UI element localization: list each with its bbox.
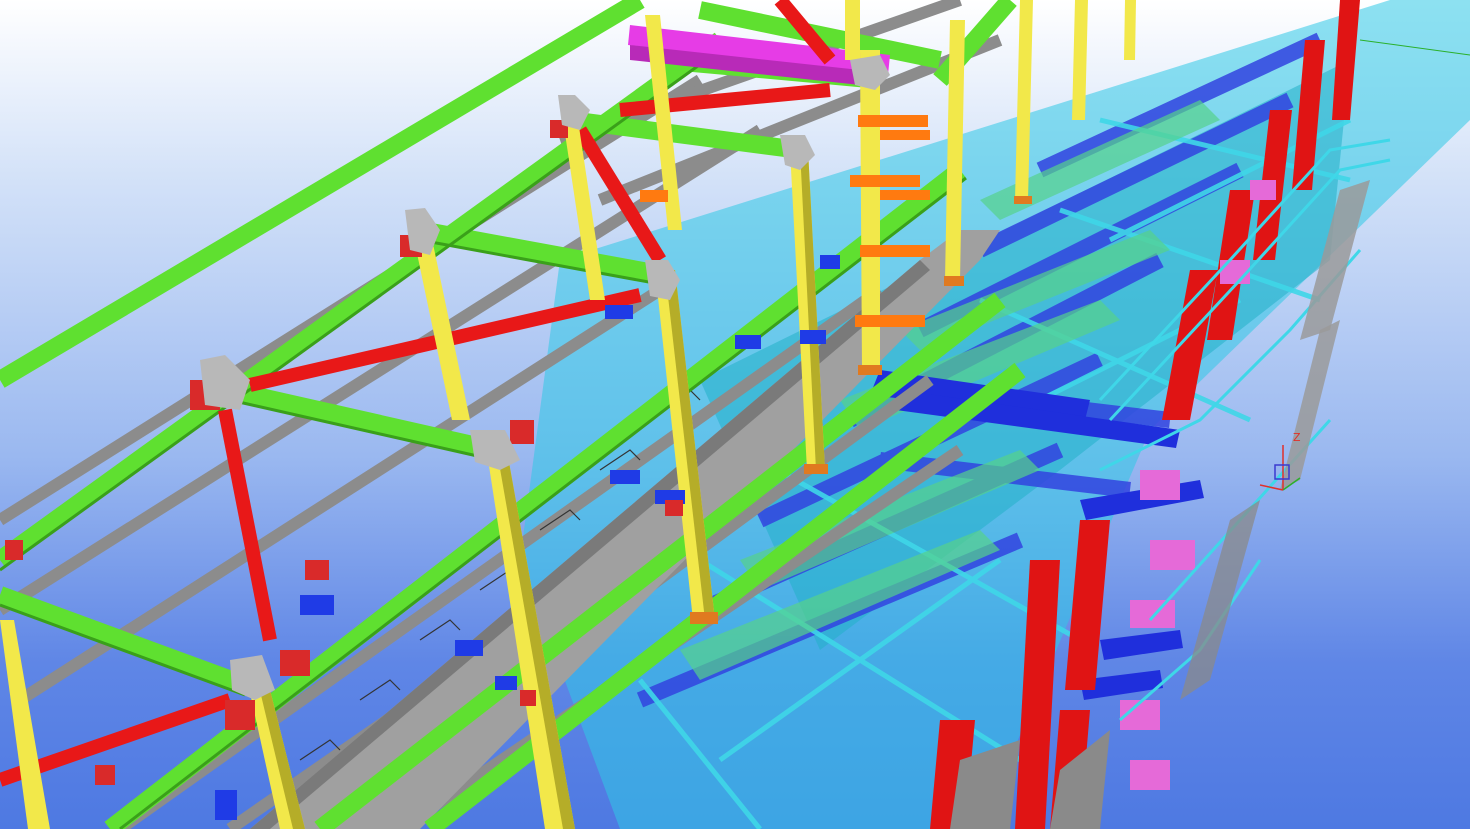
axis-z-label: Z	[1293, 431, 1301, 444]
steel-structure-model[interactable]	[0, 0, 1470, 829]
model-viewport[interactable]: Z	[0, 0, 1470, 829]
